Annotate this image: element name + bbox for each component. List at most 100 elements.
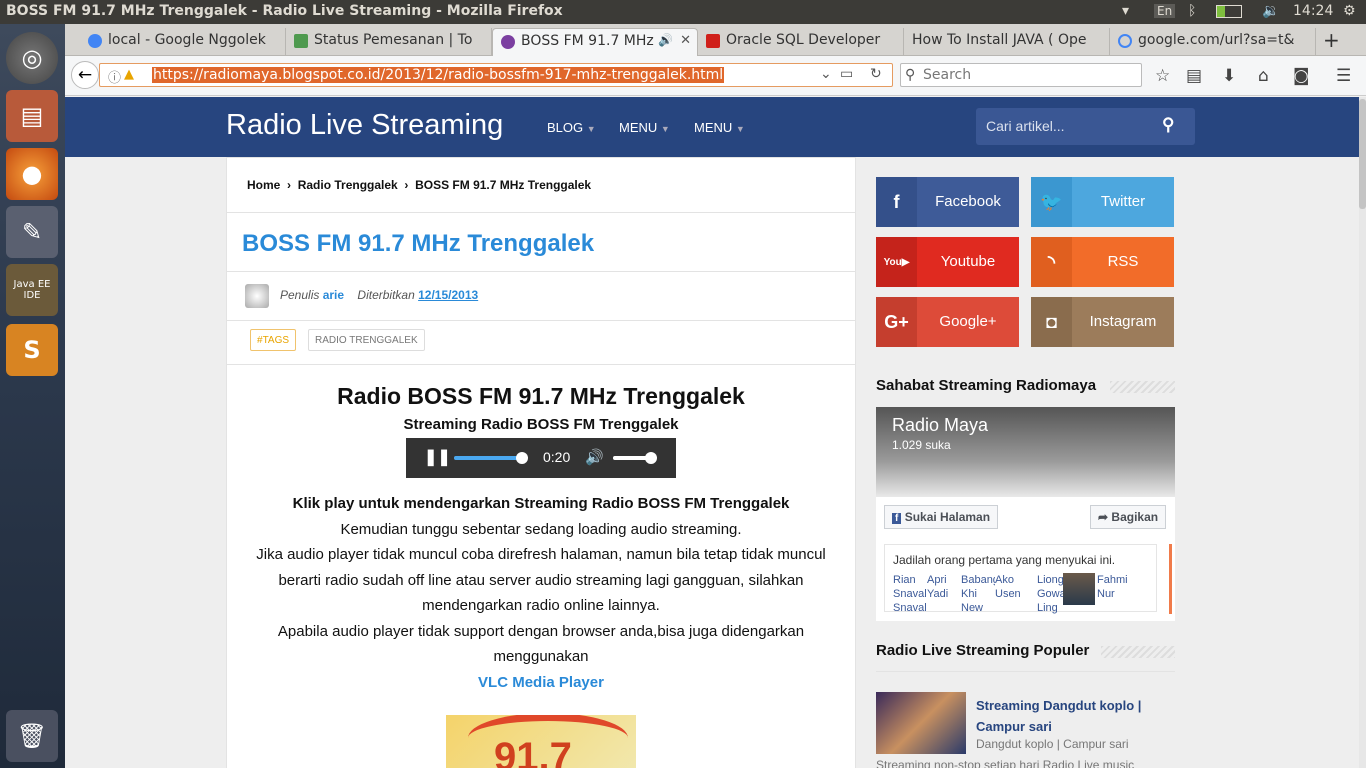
vlc-media-player-link[interactable]: VLC Media Player <box>227 670 855 696</box>
tab-status-pemesanan[interactable]: Status Pemesanan | To <box>286 28 492 56</box>
tab-boss-fm[interactable]: BOSS FM 91.7 MHz 🔊 ✕ <box>492 28 698 56</box>
menu-2[interactable]: MENU ▼ <box>694 120 745 135</box>
volume-knob[interactable] <box>644 452 657 464</box>
pause-icon[interactable]: ❚❚ <box>424 447 451 467</box>
search-placeholder: Search <box>923 67 972 83</box>
tag-radio-trenggalek[interactable]: RADIO TRENGGALEK <box>308 329 425 351</box>
volume-icon[interactable]: 🔊 <box>585 448 604 466</box>
instagram-button[interactable]: ◘ Instagram <box>1031 297 1174 347</box>
search-icon[interactable]: ⚲ <box>1162 115 1174 135</box>
url-text[interactable]: https://radiomaya.blogspot.co.id/2013/12… <box>152 67 725 83</box>
page-scrollbar[interactable] <box>1359 97 1366 768</box>
menu-1[interactable]: MENU ▼ <box>619 120 670 135</box>
fb-like-page-button[interactable]: f Sukai Halaman <box>884 505 999 529</box>
facebook-icon: f <box>892 513 902 524</box>
tab-label: Oracle SQL Developer <box>726 32 881 48</box>
wifi-icon[interactable]: ▾ <box>1122 3 1129 19</box>
menu-hamburger-icon[interactable]: ☰ <box>1336 66 1351 86</box>
pocket-icon[interactable]: ◙ <box>1293 66 1310 86</box>
keyboard-layout-indicator[interactable]: En <box>1154 4 1176 18</box>
downloads-icon[interactable]: ⬇ <box>1222 66 1236 86</box>
fb-likes-count: 1.029 suka <box>892 438 951 452</box>
social-label: Youtube <box>940 253 996 270</box>
firefox-icon[interactable]: ● <box>6 148 58 200</box>
google-icon <box>88 34 102 48</box>
author-link[interactable]: arie <box>323 288 344 302</box>
java-ee-ide-icon[interactable]: Java EE IDE <box>6 264 58 316</box>
google-plus-icon: G+ <box>876 297 917 347</box>
tab-audio-playing-icon[interactable]: 🔊 <box>658 33 673 47</box>
volume-icon[interactable]: 🔉 <box>1262 3 1279 19</box>
facebook-button[interactable]: f Facebook <box>876 177 1019 227</box>
sublime-text-icon[interactable]: S <box>6 324 58 376</box>
popular-post-desc: Dangdut koplo | Campur sari <box>976 737 1129 751</box>
home-icon[interactable]: ⌂ <box>1258 66 1269 86</box>
bookmark-star-icon[interactable]: ☆ <box>1155 66 1170 86</box>
trash-icon[interactable]: 🗑 <box>6 710 58 762</box>
new-tab-button[interactable]: + <box>1323 28 1340 52</box>
fb-friend[interactable]: Ako Usen <box>995 573 1029 601</box>
fb-friend[interactable]: Rian Snaval Snaval <box>893 573 927 615</box>
fb-cover[interactable]: Radio Maya 1.029 suka <box>876 407 1175 497</box>
fb-share-button[interactable]: ➦ Bagikan <box>1090 505 1167 529</box>
order-icon <box>294 34 308 48</box>
twitter-icon: 🐦 <box>1031 177 1072 227</box>
rss-button[interactable]: ◝ RSS <box>1031 237 1174 287</box>
back-button[interactable]: ← <box>71 61 99 89</box>
popular-post-thumbnail[interactable] <box>876 692 966 754</box>
ubuntu-dash-icon[interactable]: ◎ <box>6 32 58 84</box>
menu-blog[interactable]: BLOG ▼ <box>547 120 596 135</box>
power-gear-icon[interactable]: ⚙ <box>1343 3 1356 19</box>
youtube-button[interactable]: You▶ Youtube <box>876 237 1019 287</box>
fb-scrollbar[interactable] <box>1169 544 1172 614</box>
site-search-input[interactable]: Cari artikel... ⚲ <box>976 108 1195 145</box>
close-tab-icon[interactable]: ✕ <box>680 33 691 48</box>
tab-google-search[interactable]: local - Google Nggolek <box>80 28 286 56</box>
battery-icon[interactable] <box>1216 5 1242 18</box>
published-date[interactable]: 12/15/2013 <box>418 288 478 302</box>
breadcrumb-current: BOSS FM 91.7 MHz Trenggalek <box>415 178 592 192</box>
breadcrumb-home[interactable]: Home <box>247 178 280 192</box>
volume-slider[interactable] <box>613 452 657 464</box>
body-line: Apabila audio player tidak support denga… <box>277 622 805 640</box>
fb-friend[interactable]: Fahmi Nur <box>1097 573 1133 601</box>
audio-progress-knob[interactable] <box>516 452 529 464</box>
divider <box>227 271 855 272</box>
url-bar[interactable]: ⓘ ▲ https://radiomaya.blogspot.co.id/201… <box>99 63 893 87</box>
bookmarks-library-icon[interactable]: ▤ <box>1186 66 1202 86</box>
social-label: RSS <box>1107 253 1139 270</box>
fb-page-name[interactable]: Radio Maya <box>892 415 988 436</box>
audio-progress-slider[interactable] <box>454 452 529 464</box>
breadcrumb-category[interactable]: Radio Trenggalek <box>298 178 398 192</box>
clock[interactable]: 14:24 <box>1293 3 1333 19</box>
fb-friend-avatar[interactable] <box>1063 573 1095 605</box>
logo-text: 91.7 <box>494 735 572 768</box>
facebook-page-widget: Radio Maya 1.029 suka f Sukai Halaman ➦ … <box>876 407 1175 621</box>
radio-icon <box>501 35 515 49</box>
tab-google-url[interactable]: google.com/url?sa=t& <box>1110 28 1316 56</box>
search-bar[interactable]: ⚲ Search <box>900 63 1142 87</box>
popular-post-desc-2: Streaming non-stop setiap hari Radio Liv… <box>876 758 1135 768</box>
files-icon[interactable]: ▤ <box>6 90 58 142</box>
popular-post-title[interactable]: Streaming Dangdut koplo | Campur sari <box>976 695 1151 737</box>
reader-view-icon[interactable]: ▭ <box>840 66 853 82</box>
post-title[interactable]: BOSS FM 91.7 MHz Trenggalek <box>242 230 594 258</box>
bluetooth-icon[interactable]: ᛒ <box>1188 3 1196 19</box>
page-scrollbar-thumb[interactable] <box>1359 99 1366 209</box>
reload-icon[interactable]: ↻ <box>870 66 882 82</box>
fb-friend[interactable]: Babang Khi New Ja <box>961 573 995 613</box>
twitter-button[interactable]: 🐦 Twitter <box>1031 177 1174 227</box>
site-info-icon[interactable]: ⓘ <box>108 67 121 86</box>
tab-oracle-sql[interactable]: Oracle SQL Developer <box>698 28 904 56</box>
tab-label: BOSS FM 91.7 MHz <box>521 33 654 49</box>
mixed-content-warning-icon[interactable]: ▲ <box>124 67 134 82</box>
fb-friend[interactable]: Apri Yadi <box>927 573 957 601</box>
page-content: Radio Live Streaming BLOG ▼ MENU ▼ MENU … <box>65 97 1359 768</box>
dropdown-history-icon[interactable]: ⌄ <box>820 66 832 82</box>
tab-install-java[interactable]: How To Install JAVA ( Ope <box>904 28 1110 56</box>
tags-label: #TAGS <box>250 329 297 351</box>
google-plus-button[interactable]: G+ Google+ <box>876 297 1019 347</box>
site-brand[interactable]: Radio Live Streaming <box>226 109 503 142</box>
system-settings-icon[interactable]: ✎ <box>6 206 58 258</box>
tags-label-text: TAGS <box>262 335 290 346</box>
